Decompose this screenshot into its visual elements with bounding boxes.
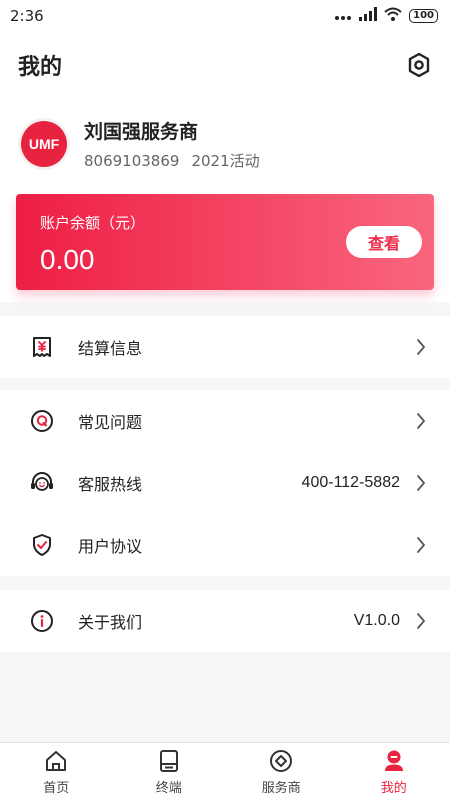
balance-section: 账户余额（元） 0.00 查看 <box>0 190 450 302</box>
tab-profile[interactable]: 我的 <box>338 743 450 800</box>
chevron-right-icon <box>414 611 428 631</box>
more-dots-icon <box>334 7 352 25</box>
page-title: 我的 <box>18 55 63 80</box>
bottom-tab-bar: 首页 终端 服务商 我的 <box>0 742 450 800</box>
shield-check-icon <box>28 531 56 559</box>
umf-logo: UMF <box>21 121 67 167</box>
tab-label-terminal: 终端 <box>155 780 182 796</box>
battery-indicator: 100 <box>409 9 438 23</box>
tab-label-profile: 我的 <box>380 780 407 796</box>
signal-icon <box>359 7 378 25</box>
receipt-yuan-icon <box>28 333 56 361</box>
hotline-number: 400-112-5882 <box>301 474 400 491</box>
page-header: 我的 <box>0 32 450 98</box>
profile-name: 刘国强服务商 <box>84 121 199 143</box>
avatar: UMF <box>18 118 70 170</box>
menu-group-support: 常见问题 客服热线 400-112-5882 用户协议 <box>0 390 450 576</box>
tab-label-provider: 服务商 <box>261 780 301 796</box>
menu-group-settlement: 结算信息 <box>0 316 450 378</box>
campaign-label: 2021活动 <box>191 152 260 170</box>
profile-section: UMF 刘国强服务商 8069103869 2021活动 <box>0 98 450 190</box>
menu-group-about: 关于我们 V1.0.0 <box>0 590 450 652</box>
menu-item-settlement[interactable]: 结算信息 <box>0 316 450 378</box>
chevron-right-icon <box>414 337 428 357</box>
view-balance-button[interactable]: 查看 <box>346 226 422 258</box>
menu-label-settlement: 结算信息 <box>78 339 143 358</box>
menu-label-faq: 常见问题 <box>78 413 143 432</box>
wifi-icon <box>384 7 402 25</box>
profile-sub: 8069103869 2021活动 <box>84 150 260 171</box>
question-icon <box>28 407 56 435</box>
menu-item-hotline[interactable]: 客服热线 400-112-5882 <box>0 452 450 514</box>
provider-icon <box>268 748 294 774</box>
menu-item-agreement[interactable]: 用户协议 <box>0 514 450 576</box>
status-time: 2:36 <box>10 7 44 25</box>
menu-item-faq[interactable]: 常见问题 <box>0 390 450 452</box>
menu-item-about[interactable]: 关于我们 V1.0.0 <box>0 590 450 652</box>
status-icons: 100 <box>334 7 438 25</box>
chevron-right-icon <box>414 535 428 555</box>
menu-label-agreement: 用户协议 <box>78 537 143 556</box>
status-bar: 2:36 100 <box>0 0 450 32</box>
headset-icon <box>28 469 56 497</box>
settings-hex-icon[interactable] <box>406 52 432 78</box>
menu-label-hotline: 客服热线 <box>78 475 143 494</box>
chevron-right-icon <box>414 411 428 431</box>
chevron-right-icon <box>414 473 428 493</box>
balance-label: 账户余额（元） <box>40 214 146 232</box>
profile-info: 刘国强服务商 8069103869 2021活动 <box>84 117 260 171</box>
balance-card: 账户余额（元） 0.00 查看 <box>16 194 434 290</box>
tab-home[interactable]: 首页 <box>0 743 113 800</box>
tab-terminal[interactable]: 终端 <box>113 743 226 800</box>
profile-icon <box>381 748 407 774</box>
home-icon <box>43 748 69 774</box>
app-version: V1.0.0 <box>353 612 400 629</box>
tab-label-home: 首页 <box>43 780 70 796</box>
info-icon <box>28 607 56 635</box>
terminal-icon <box>156 748 182 774</box>
tab-provider[interactable]: 服务商 <box>225 743 338 800</box>
menu-label-about: 关于我们 <box>78 613 143 632</box>
account-id: 8069103869 <box>84 152 180 170</box>
balance-value: 0.00 <box>40 244 95 275</box>
